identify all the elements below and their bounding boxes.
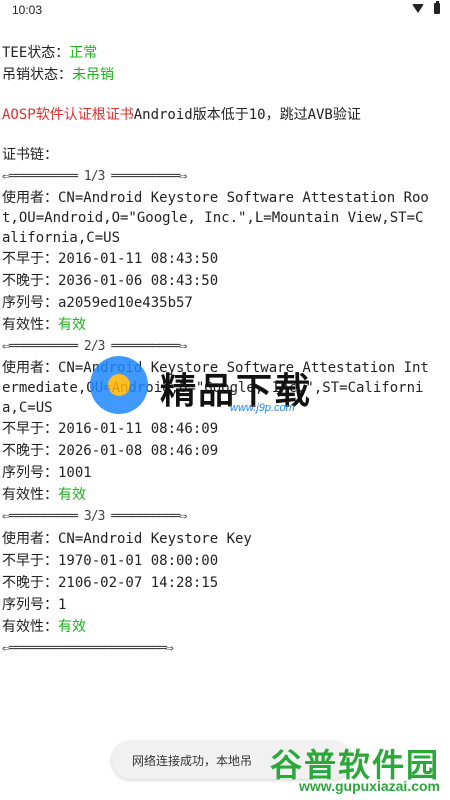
- cert-not-after-label: 不晚于：: [2, 575, 58, 591]
- cert-not-before: 2016-01-11 08:43:50: [58, 251, 219, 267]
- cert-validity-row: 有效性：有效: [0, 314, 450, 336]
- cert-not-after: 2036-01-06 08:43:50: [58, 273, 219, 289]
- cert-validity: 有效: [58, 487, 86, 503]
- cert-not-before-label: 不早于：: [2, 553, 58, 569]
- status-icons: [412, 1, 440, 14]
- cert-validity-label: 有效性：: [2, 487, 58, 503]
- cert-subject-label: 使用者：: [2, 190, 58, 206]
- status-time: 10:03: [12, 3, 43, 17]
- cert-end-separator: ⇐═══════════════════════⇒: [2, 641, 174, 656]
- cert-serial-label: 序列号：: [2, 597, 58, 613]
- cert-not-before-row: 不早于：2016-01-11 08:46:09: [0, 418, 450, 440]
- cert-not-before: 2016-01-11 08:46:09: [58, 421, 219, 437]
- cert-serial: a2059ed10e435b57: [58, 295, 193, 311]
- cert-not-after-row: 不晚于：2036-01-06 08:43:50: [0, 270, 450, 292]
- brand-watermark: 谷普软件园 www.gupuxiazai.com: [244, 740, 444, 796]
- cert-subject-row: 使用者：CN=Android Keystore Key: [0, 528, 450, 550]
- cert-subject: CN=Android Keystore Software Attestation…: [2, 190, 429, 246]
- revoke-status-label: 吊销状态：: [2, 67, 72, 83]
- cert-validity-row: 有效性：有效: [0, 484, 450, 506]
- cert-serial-label: 序列号：: [2, 295, 58, 311]
- aosp-notice-text: Android版本低于10，跳过AVB验证: [133, 107, 361, 123]
- attestation-content: TEE状态：正常 吊销状态：未吊销 AOSP软件认证根证书Android版本低于…: [0, 42, 450, 660]
- cert-serial: 1: [58, 597, 67, 613]
- cert-not-after: 2106-02-07 14:28:15: [58, 575, 219, 591]
- cert-not-before-row: 不早于：2016-01-11 08:43:50: [0, 248, 450, 270]
- cert-validity-label: 有效性：: [2, 317, 58, 333]
- cert-not-before-label: 不早于：: [2, 421, 58, 437]
- cert-subject: CN=Android Keystore Software Attestation…: [2, 360, 429, 416]
- cert-not-after-row: 不晚于：2026-01-08 08:46:09: [0, 440, 450, 462]
- cert-subject: CN=Android Keystore Key: [58, 531, 252, 547]
- cert-serial-row: 序列号：1: [0, 594, 450, 616]
- cert-validity: 有效: [58, 619, 86, 635]
- cert-subject-label: 使用者：: [2, 360, 58, 376]
- cert-not-before: 1970-01-01 08:00:00: [58, 553, 219, 569]
- cert-serial: 1001: [58, 465, 92, 481]
- aosp-notice-row: AOSP软件认证根证书Android版本低于10，跳过AVB验证: [0, 104, 450, 126]
- cert-validity-row: 有效性：有效: [0, 616, 450, 638]
- brand-url: www.gupuxiazai.com: [298, 778, 440, 794]
- cert-separator-2: ⇐══════════ 2/3 ══════════⇒: [2, 339, 187, 354]
- revoke-status-row: 吊销状态：未吊销: [0, 64, 450, 86]
- cert-not-after-label: 不晚于：: [2, 443, 58, 459]
- cert-not-after-row: 不晚于：2106-02-07 14:28:15: [0, 572, 450, 594]
- cert-serial-row: 序列号：a2059ed10e435b57: [0, 292, 450, 314]
- tee-status-value: 正常: [69, 45, 98, 61]
- cert-not-before-row: 不早于：1970-01-01 08:00:00: [0, 550, 450, 572]
- cert-not-after: 2026-01-08 08:46:09: [58, 443, 219, 459]
- cert-separator-1: ⇐══════════ 1/3 ══════════⇒: [2, 169, 187, 184]
- status-bar: 10:03: [0, 0, 450, 22]
- tee-status-label: TEE状态：: [2, 45, 70, 61]
- cert-not-after-label: 不晚于：: [2, 273, 58, 289]
- chain-label: 证书链：: [2, 147, 58, 163]
- cert-subject-row: 使用者：CN=Android Keystore Software Attesta…: [0, 358, 450, 418]
- cert-not-before-label: 不早于：: [2, 251, 58, 267]
- cert-validity-label: 有效性：: [2, 619, 58, 635]
- tee-status-row: TEE状态：正常: [0, 42, 450, 64]
- cert-subject-label: 使用者：: [2, 531, 58, 547]
- cert-validity: 有效: [58, 317, 86, 333]
- cert-serial-label: 序列号：: [2, 465, 58, 481]
- cert-subject-row: 使用者：CN=Android Keystore Software Attesta…: [0, 188, 450, 248]
- battery-icon: [434, 1, 440, 14]
- cert-serial-row: 序列号：1001: [0, 462, 450, 484]
- aosp-root-label: AOSP软件认证根证书: [2, 107, 134, 123]
- wifi-icon: [412, 4, 424, 13]
- revoke-status-value: 未吊销: [72, 67, 114, 83]
- cert-separator-3: ⇐══════════ 3/3 ══════════⇒: [2, 509, 187, 524]
